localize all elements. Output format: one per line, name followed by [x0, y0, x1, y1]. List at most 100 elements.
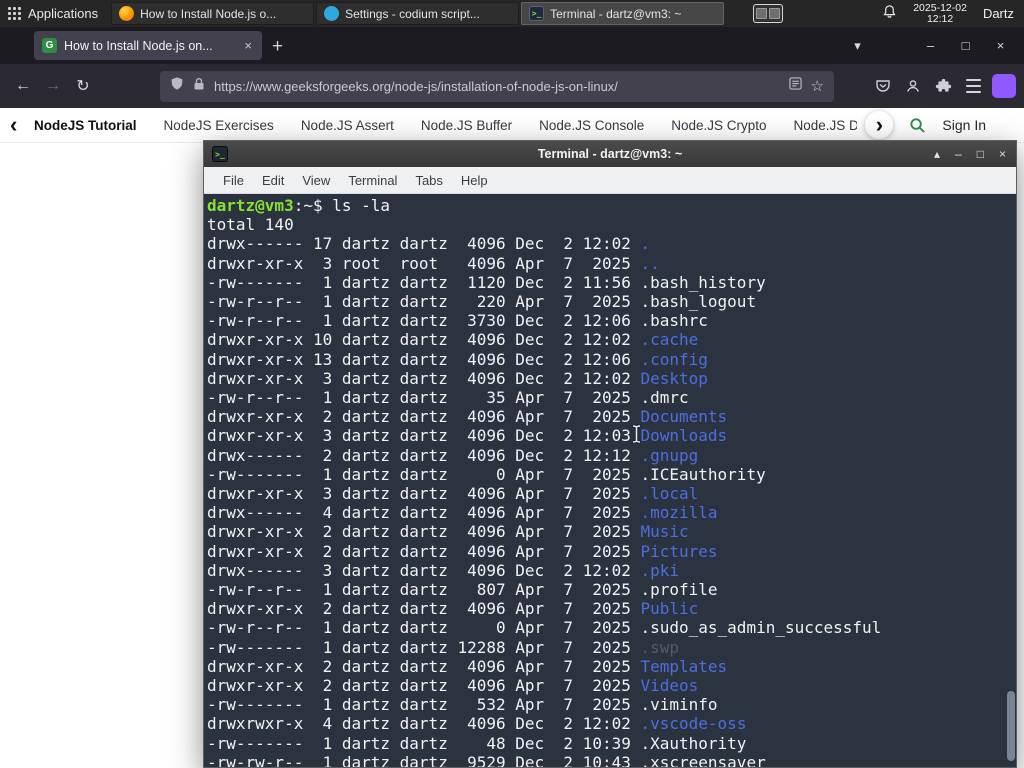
- panel-clock[interactable]: 2025-12-02 12:12: [913, 1, 967, 25]
- tab-close-button[interactable]: ×: [242, 38, 254, 53]
- terminal-line: drwx------ 4 dartz dartz 4096 Apr 7 2025…: [207, 503, 718, 523]
- terminal-line: -rw-r--r-- 1 dartz dartz 35 Apr 7 2025 .…: [207, 388, 689, 408]
- terminal-icon: >_: [529, 6, 545, 21]
- terminal-line: drwxr-xr-x 2 dartz dartz 4096 Apr 7 2025…: [207, 676, 699, 696]
- url-bar[interactable]: https://www.geeksforgeeks.org/node-js/in…: [160, 70, 834, 102]
- extensions-puzzle-icon[interactable]: [928, 71, 958, 101]
- terminal-line: drwxr-xr-x 3 root root 4096 Apr 7 2025 .…: [207, 253, 660, 273]
- search-icon[interactable]: [909, 117, 926, 134]
- clock-time: 12:12: [926, 12, 954, 25]
- terminal-line: drwxr-xr-x 2 dartz dartz 4096 Apr 7 2025…: [207, 541, 718, 561]
- terminal-line: -rw-r--r-- 1 dartz dartz 3730 Dec 2 12:0…: [207, 311, 708, 331]
- terminal-body[interactable]: dartz@vm3:~$ ls -la total 140 drwx------…: [204, 194, 1016, 767]
- applications-grid-icon: [8, 7, 21, 20]
- window-controls: ▾ – □ ×: [840, 27, 1018, 64]
- window-maximize-button[interactable]: □: [948, 38, 983, 53]
- applications-menu-button[interactable]: Applications: [0, 0, 110, 27]
- menu-tabs[interactable]: Tabs: [406, 173, 451, 188]
- terminal-title: Terminal - dartz@vm3: ~: [537, 147, 683, 161]
- taskbar-item-label: Settings - codium script...: [345, 6, 480, 21]
- page-favicon: G: [42, 38, 57, 53]
- terminal-shade-button[interactable]: ▴: [934, 147, 940, 161]
- notifications-bell-icon[interactable]: [882, 4, 897, 24]
- nav-items: NodeJS Tutorial NodeJS Exercises Node.JS…: [34, 118, 857, 133]
- nav-next-button[interactable]: ›: [865, 111, 894, 139]
- nav-prev-icon[interactable]: ‹: [10, 114, 26, 136]
- nav-item-nodejs-exercises[interactable]: NodeJS Exercises: [164, 118, 274, 133]
- terminal-minimize-button[interactable]: –: [955, 147, 962, 161]
- menu-terminal[interactable]: Terminal: [339, 173, 406, 188]
- terminal-line: drwx------ 3 dartz dartz 4096 Dec 2 12:0…: [207, 560, 680, 580]
- terminal-line: total 140: [207, 215, 294, 235]
- nav-item-nodejs-console[interactable]: Node.JS Console: [539, 118, 644, 133]
- url-text[interactable]: https://www.geeksforgeeks.org/node-js/in…: [214, 79, 780, 94]
- bookmark-star-icon[interactable]: ☆: [811, 77, 824, 95]
- reload-button[interactable]: ↻: [68, 76, 98, 96]
- terminal-window: >_ Terminal - dartz@vm3: ~ ▴ – □ × File …: [203, 140, 1017, 768]
- menu-edit[interactable]: Edit: [253, 173, 293, 188]
- https-lock-icon[interactable]: [193, 77, 205, 96]
- new-tab-button[interactable]: +: [272, 37, 283, 56]
- terminal-scrollbar-thumb[interactable]: [1007, 691, 1015, 761]
- terminal-titlebar[interactable]: >_ Terminal - dartz@vm3: ~ ▴ – □ ×: [204, 141, 1016, 167]
- terminal-line: -rw------- 1 dartz dartz 12288 Apr 7 202…: [207, 637, 680, 657]
- terminal-line: -rw------- 1 dartz dartz 0 Apr 7 2025 .I…: [207, 464, 766, 484]
- nav-item-nodejs-buffer[interactable]: Node.JS Buffer: [421, 118, 512, 133]
- terminal-line: dartz@vm3:~$ ls -la: [207, 196, 391, 215]
- tab-bar: G How to Install Node.js on... × + ▾ – □…: [0, 27, 1024, 64]
- terminal-line: drwxr-xr-x 13 dartz dartz 4096 Dec 2 12:…: [207, 349, 708, 369]
- terminal-line: drwxr-xr-x 3 dartz dartz 4096 Dec 2 12:0…: [207, 426, 728, 446]
- tracking-protection-shield-icon[interactable]: [170, 76, 184, 96]
- nav-next-icon: ›: [875, 112, 884, 137]
- terminal-line: drwx------ 2 dartz dartz 4096 Dec 2 12:1…: [207, 445, 699, 465]
- taskbar-item-terminal[interactable]: >_ Terminal - dartz@vm3: ~: [521, 2, 725, 25]
- extension-icon[interactable]: [992, 74, 1016, 98]
- terminal-line: drwxr-xr-x 10 dartz dartz 4096 Dec 2 12:…: [207, 330, 699, 350]
- taskbar-item-label: Terminal - dartz@vm3: ~: [550, 6, 682, 21]
- menu-help[interactable]: Help: [452, 173, 497, 188]
- menu-view[interactable]: View: [293, 173, 339, 188]
- terminal-window-controls: ▴ – □ ×: [934, 147, 1016, 161]
- browser-tab-active[interactable]: G How to Install Node.js on... ×: [34, 31, 262, 60]
- terminal-line: drwx------ 17 dartz dartz 4096 Dec 2 12:…: [207, 234, 651, 254]
- nav-item-nodejs-crypto[interactable]: Node.JS Crypto: [671, 118, 766, 133]
- taskbar-item-firefox[interactable]: How to Install Node.js o...: [111, 2, 315, 25]
- terminal-line: drwxrwxr-x 4 dartz dartz 4096 Dec 2 12:0…: [207, 714, 747, 734]
- taskbar-item-label: How to Install Node.js o...: [140, 6, 277, 21]
- terminal-line: -rw------- 1 dartz dartz 1120 Dec 2 11:5…: [207, 272, 766, 292]
- menu-file[interactable]: File: [214, 173, 253, 188]
- terminal-close-button[interactable]: ×: [999, 147, 1006, 161]
- terminal-line: drwxr-xr-x 2 dartz dartz 4096 Apr 7 2025…: [207, 407, 728, 427]
- terminal-output[interactable]: dartz@vm3:~$ ls -la total 140 drwx------…: [204, 194, 1016, 767]
- window-minimize-button[interactable]: –: [913, 38, 948, 53]
- gfg-subnav-bar: ‹ NodeJS Tutorial NodeJS Exercises Node.…: [0, 108, 1024, 143]
- nav-item-nodejs-tutorial[interactable]: NodeJS Tutorial: [34, 118, 137, 133]
- terminal-line: -rw------- 1 dartz dartz 48 Dec 2 10:39 …: [207, 733, 747, 753]
- terminal-app-icon: >_: [212, 146, 228, 162]
- list-all-tabs-button[interactable]: ▾: [840, 38, 875, 54]
- clock-date: 2025-12-02: [913, 1, 967, 14]
- back-button[interactable]: ←: [8, 77, 38, 95]
- navigation-toolbar: ← → ↻ https://www.geeksforgeeks.org/node…: [0, 64, 1024, 108]
- save-to-pocket-icon[interactable]: [868, 71, 898, 101]
- terminal-line: drwxr-xr-x 2 dartz dartz 4096 Apr 7 2025…: [207, 522, 689, 542]
- applications-label: Applications: [28, 6, 99, 21]
- terminal-line: drwxr-xr-x 2 dartz dartz 4096 Apr 7 2025…: [207, 599, 699, 619]
- forward-button[interactable]: →: [38, 77, 68, 95]
- workspace-switcher[interactable]: [753, 4, 784, 23]
- sign-in-button[interactable]: Sign In: [942, 117, 986, 133]
- taskbar-item-codium[interactable]: Settings - codium script...: [316, 2, 520, 25]
- terminal-maximize-button[interactable]: □: [977, 147, 984, 161]
- nav-item-nodejs-dns[interactable]: Node.JS DNS: [794, 118, 858, 133]
- window-close-button[interactable]: ×: [983, 38, 1018, 53]
- codium-icon: [324, 6, 340, 21]
- terminal-scrollbar[interactable]: [1005, 194, 1016, 767]
- tab-title: How to Install Node.js on...: [64, 38, 213, 53]
- terminal-line: -rw-r--r-- 1 dartz dartz 0 Apr 7 2025 .s…: [207, 618, 882, 638]
- nav-item-nodejs-assert[interactable]: Node.JS Assert: [301, 118, 394, 133]
- reader-mode-icon[interactable]: [788, 77, 802, 95]
- menu-button[interactable]: [958, 71, 988, 101]
- account-icon[interactable]: [898, 71, 928, 101]
- terminal-line: drwxr-xr-x 3 dartz dartz 4096 Apr 7 2025…: [207, 484, 699, 504]
- terminal-line: -rw-r--r-- 1 dartz dartz 220 Apr 7 2025 …: [207, 292, 757, 312]
